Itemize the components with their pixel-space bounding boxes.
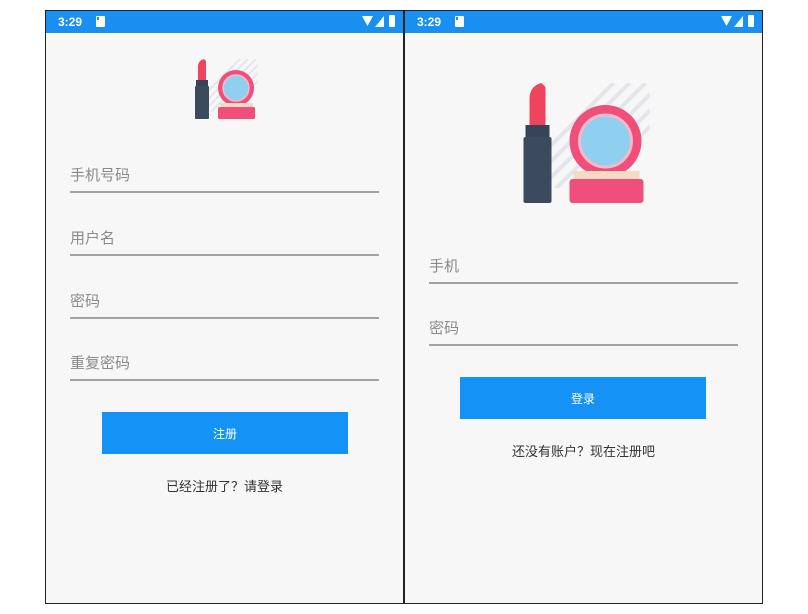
password-input[interactable] bbox=[429, 314, 738, 342]
go-to-register-link[interactable]: 还没有账户？现在注册吧 bbox=[405, 441, 762, 460]
status-time: 3:29 bbox=[58, 15, 83, 29]
status-bar: 3:29 bbox=[405, 11, 762, 33]
register-button[interactable]: 注册 bbox=[102, 412, 348, 454]
go-to-login-link[interactable]: 已经注册了？请登录 bbox=[46, 476, 403, 495]
status-bar: 3:29 bbox=[46, 11, 403, 33]
register-screen: 3:29 手机号码 用户名 注册 已经注册了？请登录 bbox=[45, 10, 404, 604]
phone-field[interactable] bbox=[429, 252, 738, 284]
phone-number-input[interactable] bbox=[70, 161, 379, 189]
username-input[interactable] bbox=[70, 224, 379, 252]
password-input[interactable] bbox=[70, 287, 379, 315]
status-time: 3:29 bbox=[417, 15, 442, 29]
confirm-password-input[interactable] bbox=[70, 349, 379, 377]
confirm-password-field[interactable] bbox=[70, 349, 379, 381]
username-field[interactable] bbox=[70, 224, 379, 256]
login-button[interactable]: 登录 bbox=[460, 377, 706, 419]
wifi-icon bbox=[721, 16, 732, 26]
password-field[interactable] bbox=[70, 287, 379, 319]
makeup-logo-icon bbox=[519, 83, 650, 207]
phone-number-field[interactable] bbox=[70, 161, 379, 193]
login-screen: 3:29 登录 还没有账户？现在注册吧 bbox=[404, 10, 763, 604]
sd-card-icon bbox=[96, 16, 105, 27]
battery-icon bbox=[389, 15, 395, 27]
phone-input[interactable] bbox=[429, 252, 738, 280]
signal-icon bbox=[734, 16, 743, 27]
makeup-logo-icon bbox=[193, 59, 258, 121]
signal-icon bbox=[375, 16, 384, 27]
sd-card-icon bbox=[455, 16, 464, 27]
battery-icon bbox=[748, 15, 754, 27]
password-field[interactable] bbox=[429, 314, 738, 346]
wifi-icon bbox=[362, 16, 373, 26]
